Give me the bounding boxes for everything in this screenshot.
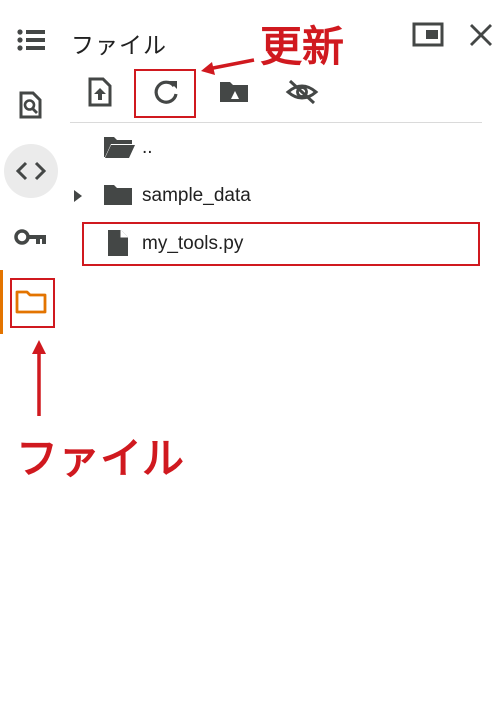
refresh-annotation-label: 更新 [260,22,345,71]
table-of-contents-button[interactable] [8,17,54,63]
search-button[interactable] [8,82,54,128]
expand-arrow-icon[interactable] [72,188,84,204]
file-highlight-box [82,222,480,266]
files-annotation-label: ファイル [16,434,185,483]
refresh-arrow [201,58,255,75]
close-icon [470,24,492,46]
mount-drive-icon [220,82,248,102]
active-indicator [0,270,3,334]
file-row-parent[interactable]: .. [70,128,490,168]
toggle-hidden-files-button[interactable] [280,70,324,114]
panel-title: ファイル [71,32,167,58]
open-in-tab-icon [412,22,444,47]
open-folder-icon [104,137,135,158]
file-name: sample_data [142,185,251,206]
files-arrow [32,340,46,416]
refresh-highlight-box [134,69,196,118]
key-icon [14,229,46,245]
files-nav-highlight-box [10,278,55,328]
hide-icon [285,79,319,105]
toc-icon [17,29,45,51]
code-snippets-button[interactable] [8,148,54,194]
open-in-tab-button[interactable] [412,22,444,48]
file-name: .. [142,137,153,158]
toolbar-divider [70,122,482,123]
file-row-folder[interactable]: sample_data [70,176,490,216]
close-panel-button[interactable] [466,20,496,50]
upload-button[interactable] [78,70,122,114]
folder-icon [104,185,132,205]
mount-drive-button[interactable] [212,70,256,114]
upload-file-icon [88,77,112,107]
find-in-page-icon [19,91,42,119]
code-icon [16,161,46,181]
secrets-button[interactable] [8,214,54,260]
